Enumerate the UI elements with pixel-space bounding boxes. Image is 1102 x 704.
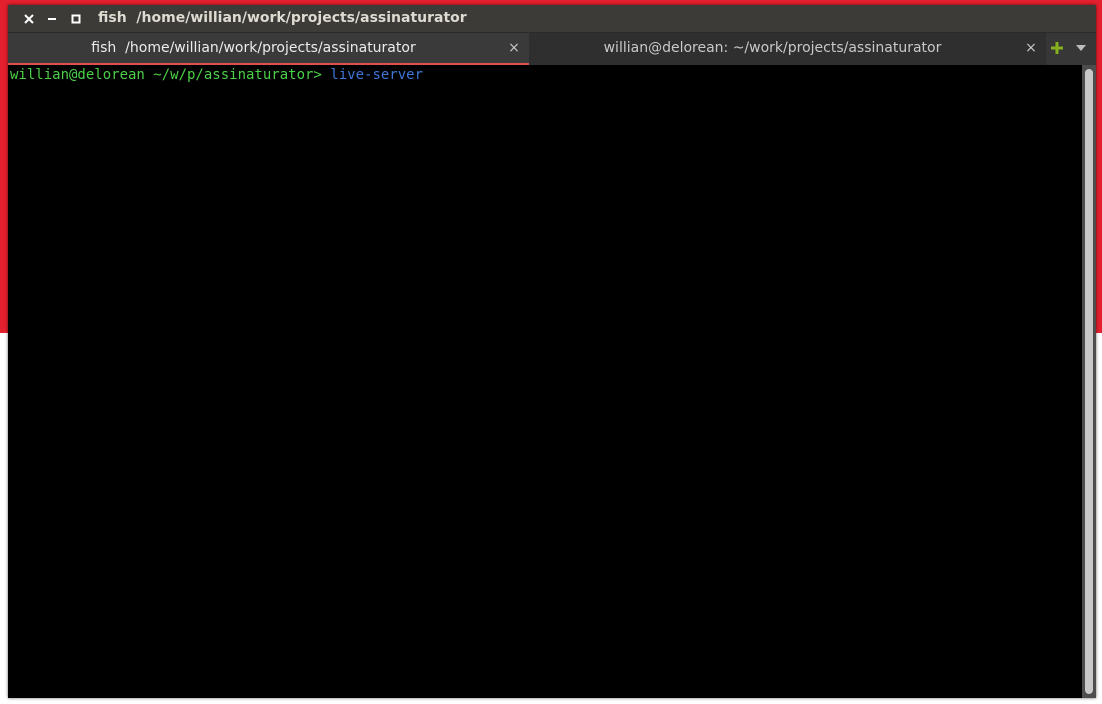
scrollbar-thumb[interactable] xyxy=(1085,69,1093,694)
tab-label: fish /home/willian/work/projects/assinat… xyxy=(91,40,416,56)
terminal-output[interactable]: willian@delorean ~/w/p/assinaturator> li… xyxy=(8,65,1082,698)
tab-close-button[interactable]: × xyxy=(1024,33,1038,63)
tab-willian-delorean[interactable]: willian@delorean: ~/work/projects/assina… xyxy=(529,33,1046,65)
terminal-window: fish /home/willian/work/projects/assinat… xyxy=(8,5,1096,698)
maximize-icon xyxy=(71,14,81,23)
close-window-button[interactable] xyxy=(18,5,40,32)
tab-bar: fish /home/willian/work/projects/assinat… xyxy=(8,32,1096,65)
terminal-scrollbar[interactable] xyxy=(1082,65,1096,698)
tab-fish[interactable]: fish /home/willian/work/projects/assinat… xyxy=(8,33,529,65)
tab-label: willian@delorean: ~/work/projects/assina… xyxy=(603,40,942,56)
shell-prompt: willian@delorean ~/w/p/assinaturator> xyxy=(10,67,331,83)
terminal-line: willian@delorean ~/w/p/assinaturator> li… xyxy=(10,65,423,85)
chevron-down-icon xyxy=(1076,45,1086,51)
window-title: fish /home/willian/work/projects/assinat… xyxy=(98,10,467,26)
maximize-window-button[interactable] xyxy=(65,5,87,32)
plus-icon xyxy=(1051,42,1063,54)
minimize-icon xyxy=(48,17,56,20)
minimize-window-button[interactable] xyxy=(41,5,63,32)
tab-menu-button[interactable] xyxy=(1071,32,1091,64)
tab-close-button[interactable]: × xyxy=(507,33,521,63)
window-titlebar[interactable]: fish /home/willian/work/projects/assinat… xyxy=(8,5,1096,32)
close-icon xyxy=(24,13,34,24)
shell-command: live-server xyxy=(330,67,424,83)
new-tab-button[interactable] xyxy=(1047,32,1067,64)
